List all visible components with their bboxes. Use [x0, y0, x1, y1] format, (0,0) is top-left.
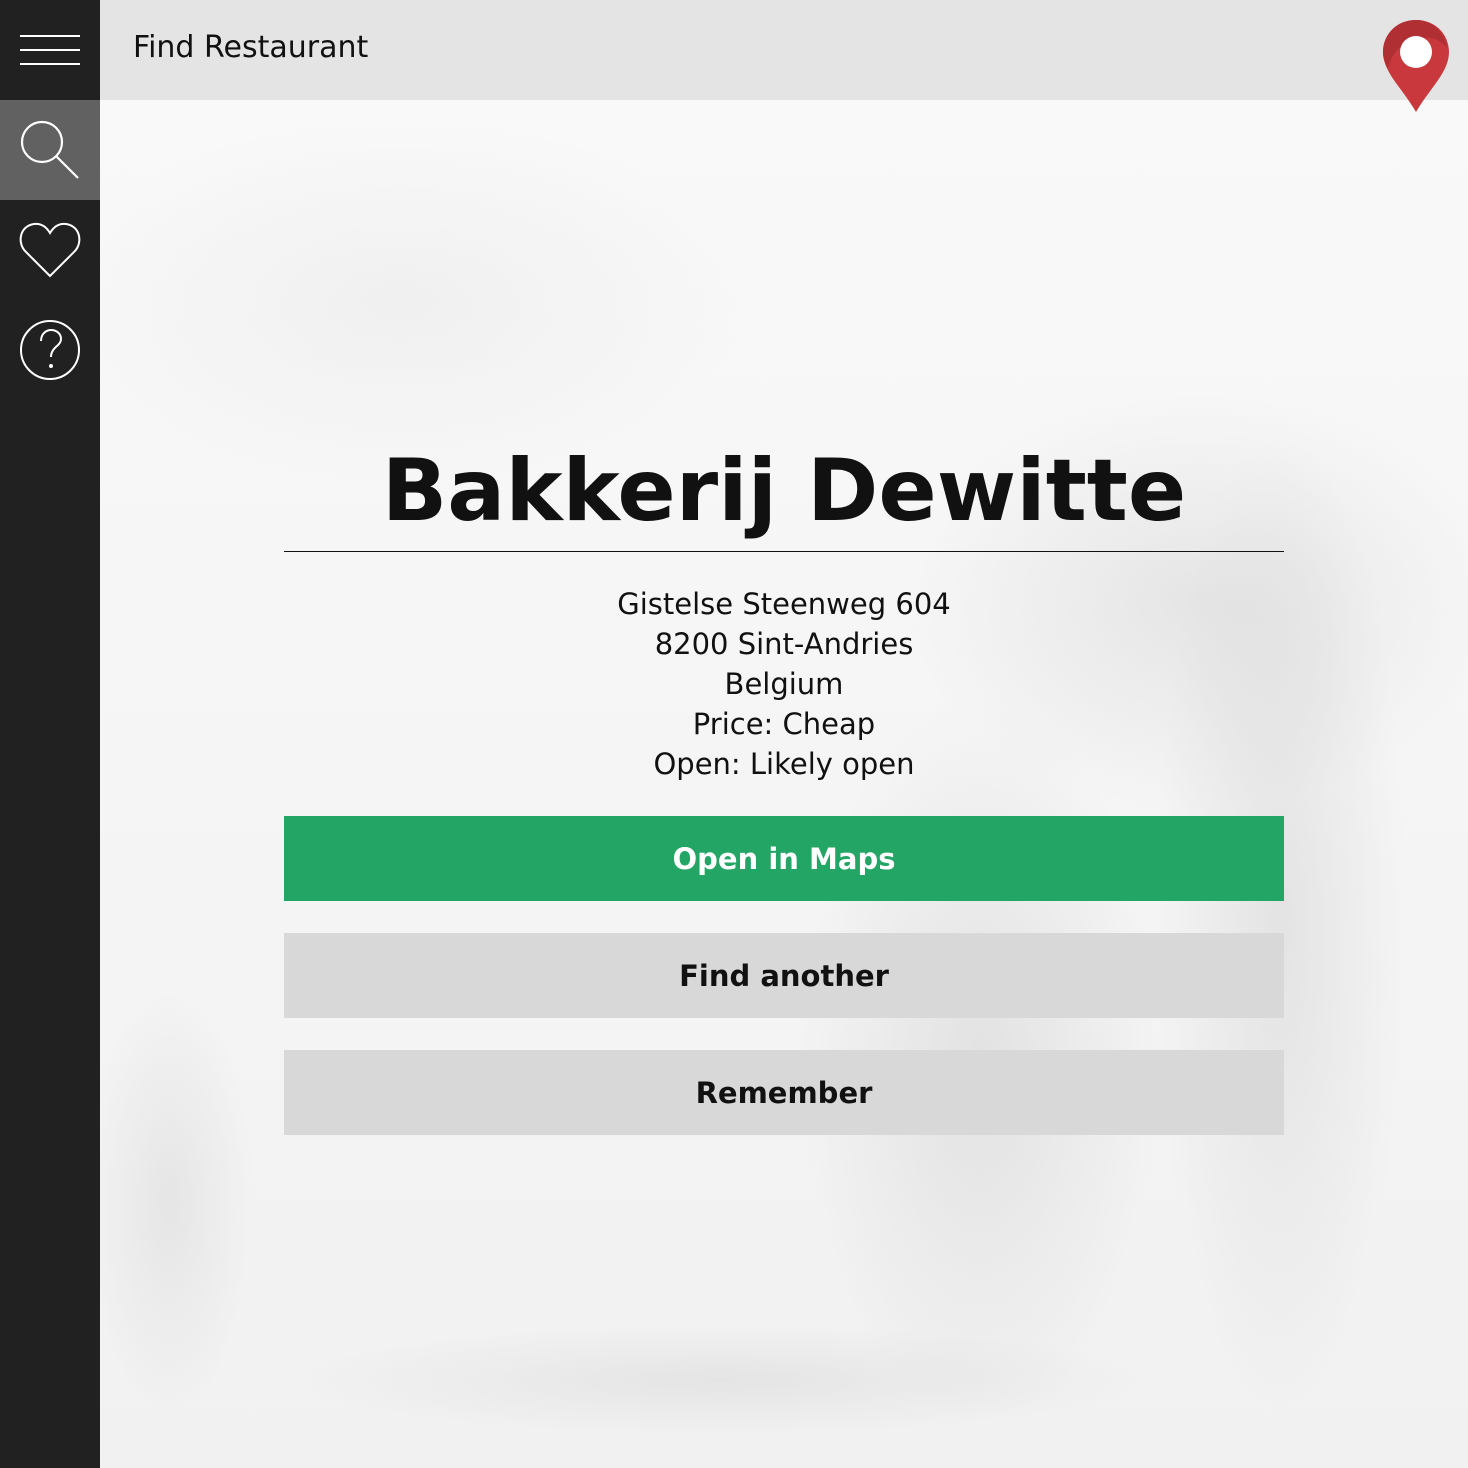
restaurant-details: Gistelse Steenweg 604 8200 Sint-Andries … — [284, 584, 1284, 784]
page-title: Find Restaurant — [133, 30, 369, 65]
price-info: Price: Cheap — [692, 707, 876, 741]
address-country: Belgium — [724, 667, 844, 701]
restaurant-card: Bakkerij Dewitte Gistelse Steenweg 604 8… — [284, 430, 1284, 1135]
top-bar: Find Restaurant — [100, 0, 1468, 100]
address-line-1: Gistelse Steenweg 604 — [617, 587, 951, 621]
menu-button[interactable] — [0, 0, 100, 100]
search-icon — [20, 120, 79, 179]
open-in-maps-button[interactable]: Open in Maps — [284, 816, 1284, 901]
sidebar-item-favorites[interactable] — [0, 200, 100, 300]
location-pin-icon[interactable] — [1380, 18, 1452, 114]
remember-button[interactable]: Remember — [284, 1050, 1284, 1135]
restaurant-name: Bakkerij Dewitte — [284, 430, 1284, 552]
help-icon — [20, 320, 80, 380]
open-status: Open: Likely open — [653, 747, 915, 781]
heart-icon — [19, 222, 81, 278]
sidebar-item-help[interactable] — [0, 300, 100, 400]
find-another-button[interactable]: Find another — [284, 933, 1284, 1018]
sidebar-item-search[interactable] — [0, 100, 100, 200]
sidebar — [0, 0, 100, 1468]
address-line-2: 8200 Sint-Andries — [654, 627, 914, 661]
menu-icon — [20, 35, 80, 65]
